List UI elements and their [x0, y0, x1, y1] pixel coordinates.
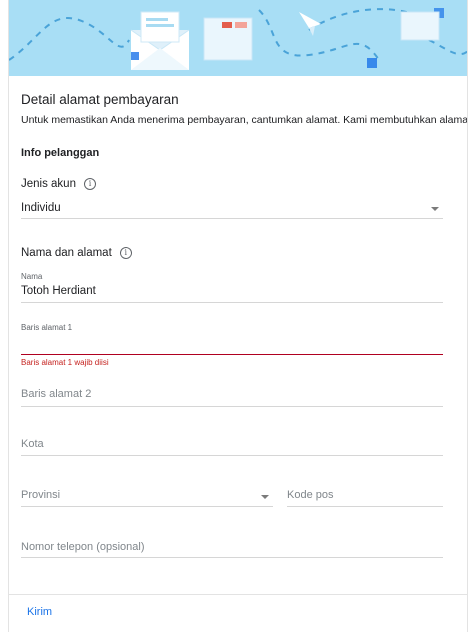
customer-info-heading: Info pelanggan	[21, 147, 100, 159]
page-title: Detail alamat pembayaran	[21, 92, 179, 107]
province-placeholder: Provinsi	[21, 489, 61, 501]
name-label: Nama	[21, 272, 43, 281]
postal-code-placeholder: Kode pos	[287, 489, 334, 501]
phone-field[interactable]: Nomor telepon (opsional)	[21, 539, 443, 558]
info-icon[interactable]: i	[83, 178, 96, 190]
address-line-2-field[interactable]: Baris alamat 2	[21, 386, 443, 407]
name-address-heading: Nama dan alamat	[21, 247, 112, 259]
address-line-1-error: Baris alamat 1 wajib diisi	[21, 358, 109, 367]
info-icon[interactable]: i	[119, 247, 132, 259]
account-type-label: Jenis akun	[21, 178, 76, 190]
phone-placeholder: Nomor telepon (opsional)	[21, 541, 145, 553]
chevron-down-icon	[431, 207, 439, 211]
billing-address-card: Detail alamat pembayaran Untuk memastika…	[8, 0, 468, 632]
name-field[interactable]: Nama Totoh Herdiant	[21, 272, 443, 303]
postal-code-field[interactable]: Kode pos	[287, 488, 443, 507]
account-type-value: Individu	[21, 202, 61, 214]
city-field[interactable]: Kota	[21, 437, 443, 456]
page-description: Untuk memastikan Anda menerima pembayara…	[21, 114, 468, 126]
province-select[interactable]: Provinsi	[21, 488, 273, 507]
city-placeholder: Kota	[21, 438, 44, 450]
name-value: Totoh Herdiant	[21, 285, 96, 297]
account-type-label-row: Jenis akun i	[21, 178, 96, 190]
chevron-down-icon	[261, 495, 269, 499]
address-line-1-label: Baris alamat 1	[21, 323, 73, 332]
form-footer: Kirim	[9, 594, 467, 632]
header-banner	[9, 0, 467, 76]
submit-button[interactable]: Kirim	[27, 606, 52, 618]
account-type-select[interactable]: Individu	[21, 200, 443, 219]
mail-illustration	[9, 8, 467, 70]
address-line-1-field[interactable]: Baris alamat 1	[21, 323, 443, 355]
address-line-2-placeholder: Baris alamat 2	[21, 388, 92, 400]
name-address-label-row: Nama dan alamat i	[21, 247, 132, 259]
